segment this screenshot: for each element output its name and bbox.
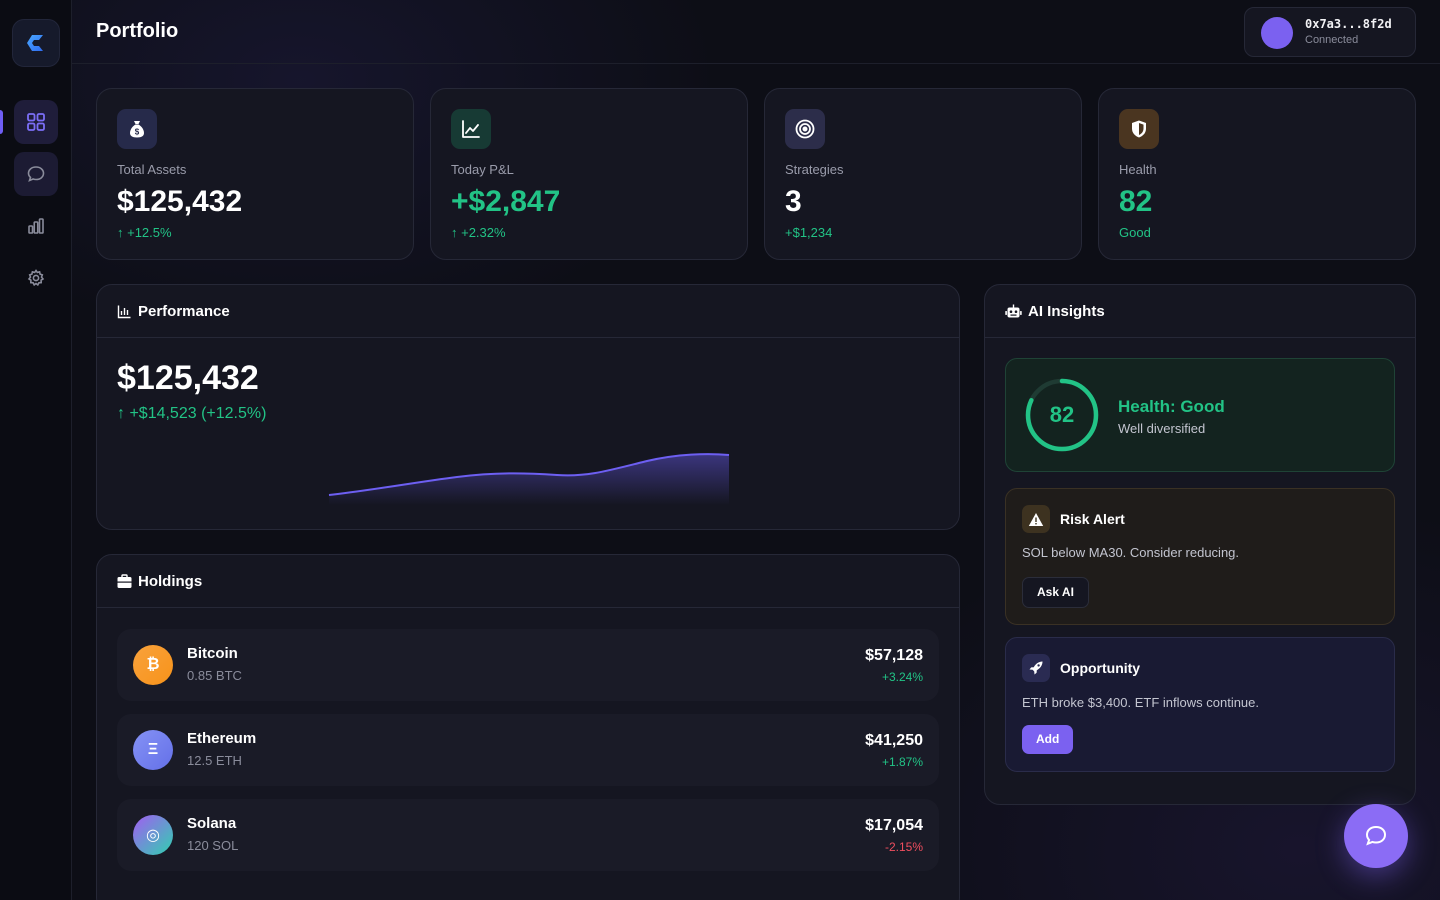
opportunity-insight: Opportunity ETH broke $3,400. ETF inflow… xyxy=(1005,637,1395,772)
top-header: Portfolio 0x7a3...8f2d Connected xyxy=(72,0,1440,64)
add-button[interactable]: Add xyxy=(1022,725,1074,754)
risk-alert-insight: Risk Alert SOL below MA30. Consider redu… xyxy=(1005,488,1395,625)
stat-label: Strategies xyxy=(785,162,844,177)
risk-alert-text: SOL below MA30. Consider reducing. xyxy=(1022,545,1240,560)
holding-change: +3.24% xyxy=(881,670,923,684)
sidebar-item-dashboard[interactable] xyxy=(14,100,58,144)
target-icon xyxy=(795,119,815,139)
chat-bubble-icon xyxy=(27,166,45,182)
holding-amount: 120 SOL xyxy=(187,838,239,853)
stat-card-total-assets: $ Total Assets $125,432 ↑ +12.5% xyxy=(96,88,414,260)
holding-value: $57,128 xyxy=(865,647,923,664)
warning-icon xyxy=(1028,512,1044,526)
nav-active-indicator xyxy=(0,110,3,134)
panel-header: AI Insights xyxy=(985,285,1415,338)
performance-change: ↑ +$14,523 (+12.5%) xyxy=(117,405,267,422)
opportunity-text: ETH broke $3,400. ETF inflows continue. xyxy=(1022,695,1260,710)
performance-area xyxy=(329,454,729,505)
sidebar xyxy=(0,0,72,900)
grid-icon xyxy=(27,113,45,131)
wallet-avatar xyxy=(1261,17,1293,49)
health-score: 82 xyxy=(1049,402,1075,427)
stat-icon-box: $ xyxy=(117,109,157,149)
line-chart-icon xyxy=(462,120,480,138)
chart-icon xyxy=(117,305,131,318)
wallet-button[interactable]: 0x7a3...8f2d Connected xyxy=(1244,7,1416,57)
holding-name: Ethereum xyxy=(187,730,257,747)
holding-name: Solana xyxy=(187,815,237,832)
ethereum-icon: Ξ xyxy=(133,730,173,770)
wallet-status: Connected xyxy=(1305,34,1359,46)
holding-value: $41,250 xyxy=(865,732,923,749)
holding-row-ethereum[interactable]: Ξ Ethereum 12.5 ETH $41,250 +1.87% xyxy=(117,714,939,786)
stat-value: 82 xyxy=(1119,185,1153,218)
stat-card-strategies: Strategies 3 +$1,234 xyxy=(764,88,1082,260)
insight-icon-box xyxy=(1022,505,1050,533)
holding-change: -2.15% xyxy=(884,840,923,854)
panel-title: AI Insights xyxy=(1028,302,1105,320)
performance-panel: Performance $125,432 ↑ +$14,523 (+12.5%) xyxy=(96,284,960,530)
opportunity-title: Opportunity xyxy=(1060,660,1141,676)
holding-amount: 0.85 BTC xyxy=(187,668,242,683)
stat-card-today-pnl: Today P&L +$2,847 ↑ +2.32% xyxy=(430,88,748,260)
shield-icon xyxy=(1132,120,1146,138)
stat-change: ↑ +2.32% xyxy=(451,225,506,240)
stat-value: +$2,847 xyxy=(451,185,561,218)
insight-icon-box xyxy=(1022,654,1050,682)
holding-change: +1.87% xyxy=(881,755,923,769)
panel-header: Performance xyxy=(97,285,959,338)
sidebar-item-analytics[interactable] xyxy=(14,204,58,248)
performance-value: $125,432 xyxy=(117,359,259,397)
stat-label: Total Assets xyxy=(117,162,187,177)
holding-row-bitcoin[interactable]: ₿ Bitcoin 0.85 BTC $57,128 +3.24% xyxy=(117,629,939,701)
chat-fab-button[interactable] xyxy=(1344,804,1408,868)
stat-label: Today P&L xyxy=(451,162,514,177)
risk-alert-title: Risk Alert xyxy=(1060,511,1125,527)
gear-icon xyxy=(27,269,45,287)
health-insight: 82 Health: Good Well diversified xyxy=(1005,358,1395,472)
stat-icon-box xyxy=(785,109,825,149)
page-title: Portfolio xyxy=(96,20,179,42)
holding-amount: 12.5 ETH xyxy=(187,753,242,768)
chat-bubble-icon xyxy=(1365,825,1387,846)
rocket-icon xyxy=(1029,661,1043,675)
app-logo[interactable] xyxy=(12,19,60,67)
stat-card-health: Health 82 Good xyxy=(1098,88,1416,260)
holdings-panel: Holdings ₿ Bitcoin 0.85 BTC $57,128 +3.2… xyxy=(96,554,960,900)
sidebar-item-settings[interactable] xyxy=(14,256,58,300)
performance-chart[interactable] xyxy=(327,449,731,505)
svg-text:$: $ xyxy=(135,128,140,137)
holding-row-solana[interactable]: ◎ Solana 120 SOL $17,054 -2.15% xyxy=(117,799,939,871)
ai-insights-panel: AI Insights 82 Health: Good Well diversi… xyxy=(984,284,1416,805)
wallet-address: 0x7a3...8f2d xyxy=(1305,17,1392,31)
stat-icon-box xyxy=(1119,109,1159,149)
holding-name: Bitcoin xyxy=(187,645,238,662)
ask-ai-button[interactable]: Ask AI xyxy=(1022,577,1089,608)
briefcase-icon xyxy=(117,573,132,588)
panel-header: Holdings xyxy=(97,555,959,608)
health-subtitle: Well diversified xyxy=(1118,421,1206,436)
stat-label: Health xyxy=(1119,162,1157,177)
stat-value: 3 xyxy=(785,185,802,218)
robot-icon xyxy=(1005,304,1022,317)
sidebar-item-chat[interactable] xyxy=(14,152,58,196)
panel-title: Performance xyxy=(138,302,230,320)
holding-value: $17,054 xyxy=(865,817,923,834)
stat-value: $125,432 xyxy=(117,185,243,218)
panel-title: Holdings xyxy=(138,572,203,590)
logo-icon xyxy=(27,35,43,51)
solana-icon: ◎ xyxy=(133,815,173,855)
bitcoin-icon: ₿ xyxy=(133,645,173,685)
health-title: Health: Good xyxy=(1118,397,1225,416)
stat-change: +$1,234 xyxy=(785,225,833,240)
money-bag-icon: $ xyxy=(130,121,144,138)
stat-change: Good xyxy=(1119,225,1151,240)
stat-change: ↑ +12.5% xyxy=(117,225,172,240)
stat-icon-box xyxy=(451,109,491,149)
bar-chart-icon xyxy=(28,218,44,234)
